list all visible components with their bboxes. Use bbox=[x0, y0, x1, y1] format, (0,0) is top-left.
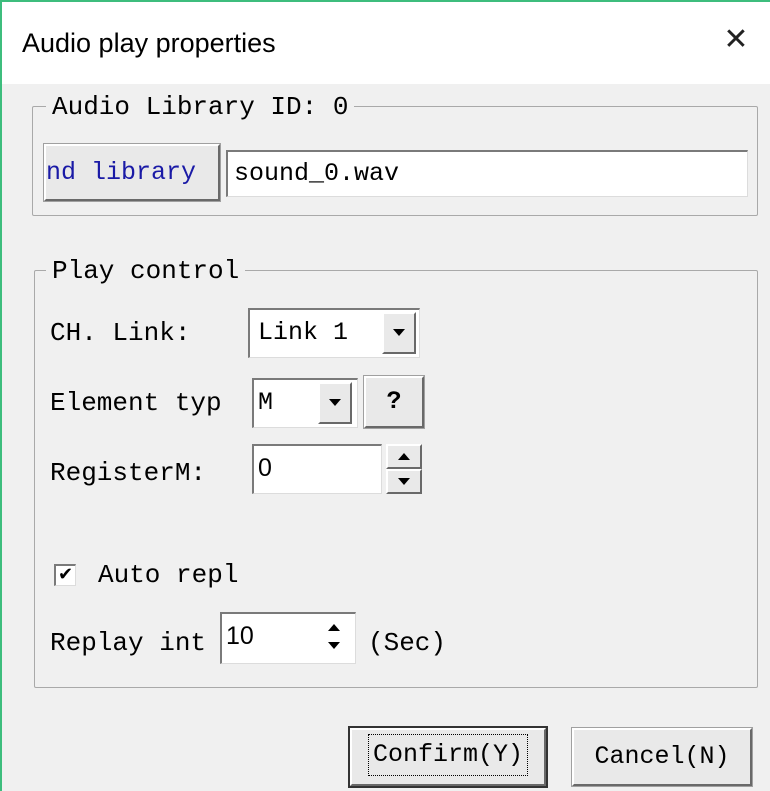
replay-interval-unit: (Sec) bbox=[368, 628, 447, 658]
element-type-label: Element typ bbox=[50, 388, 222, 418]
ch-link-select[interactable]: Link 1 bbox=[248, 308, 420, 358]
confirm-label: Confirm(Y) bbox=[372, 740, 524, 769]
register-down-button[interactable] bbox=[386, 469, 422, 494]
register-input[interactable]: 0 bbox=[252, 444, 382, 494]
check-icon: ✔ bbox=[57, 564, 74, 585]
audio-library-legend: Audio Library ID: 0 bbox=[46, 92, 355, 122]
ch-link-dropdown-button[interactable] bbox=[382, 312, 416, 354]
auto-replay-label: Auto repl bbox=[98, 560, 239, 590]
chevron-down-icon bbox=[329, 399, 341, 406]
arrow-down-icon bbox=[398, 478, 410, 485]
ch-link-value: Link 1 bbox=[258, 318, 349, 347]
play-control-legend: Play control bbox=[46, 256, 246, 286]
auto-replay-checkbox[interactable]: ✔ bbox=[54, 564, 76, 586]
register-label: RegisterM: bbox=[50, 458, 207, 488]
confirm-focus-rect: Confirm(Y) bbox=[367, 734, 529, 776]
ch-link-label: CH. Link: bbox=[50, 318, 191, 348]
element-type-value: M bbox=[258, 388, 274, 417]
arrow-up-icon[interactable] bbox=[328, 624, 340, 631]
cancel-button[interactable]: Cancel(N) bbox=[571, 727, 753, 787]
element-type-help-button[interactable]: ? bbox=[363, 375, 425, 429]
confirm-button[interactable]: Confirm(Y) bbox=[348, 726, 548, 788]
replay-interval-input[interactable]: 10 bbox=[220, 612, 356, 664]
arrow-down-icon[interactable] bbox=[328, 642, 340, 649]
element-type-dropdown-button[interactable] bbox=[318, 382, 352, 424]
audio-play-properties-dialog: Audio play properties ✕ Audio Library ID… bbox=[0, 0, 770, 791]
title-bar: Audio play properties ✕ bbox=[2, 2, 770, 84]
register-value: 0 bbox=[258, 454, 272, 482]
arrow-up-icon bbox=[398, 453, 410, 460]
replay-interval-spinner[interactable] bbox=[320, 618, 350, 658]
register-up-button[interactable] bbox=[386, 444, 422, 469]
replay-interval-label: Replay int bbox=[50, 628, 207, 658]
close-icon[interactable]: ✕ bbox=[716, 20, 756, 60]
audio-file-input[interactable]: sound_0.wav bbox=[226, 150, 748, 197]
register-spinner[interactable] bbox=[386, 444, 422, 494]
chevron-down-icon bbox=[393, 329, 405, 336]
element-type-select[interactable]: M bbox=[252, 378, 358, 428]
sound-library-button[interactable]: nd library bbox=[43, 143, 221, 202]
replay-interval-value: 10 bbox=[226, 622, 254, 650]
window-title: Audio play properties bbox=[22, 28, 276, 58]
